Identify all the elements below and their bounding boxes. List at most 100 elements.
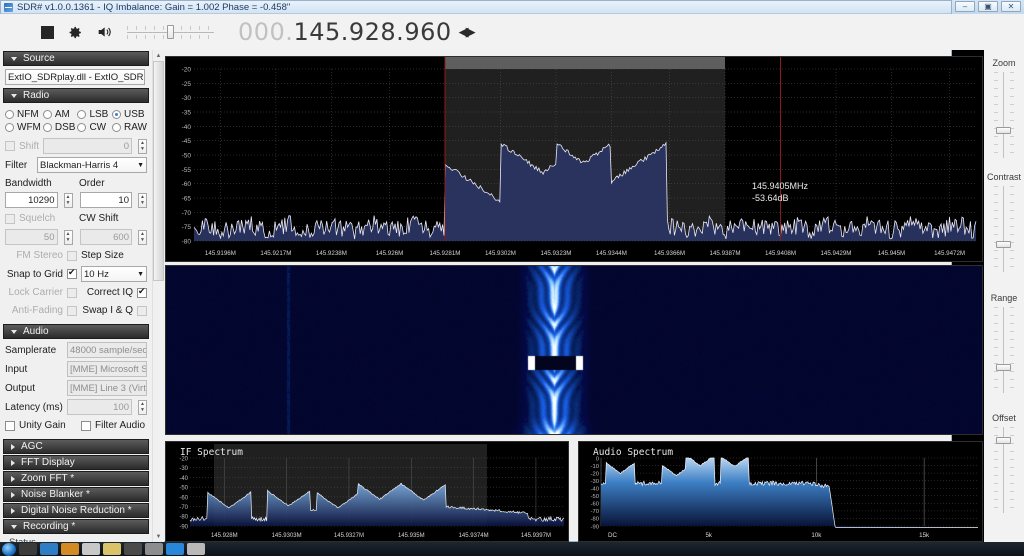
waterfall-canvas[interactable] bbox=[166, 266, 982, 434]
offset-thumb[interactable] bbox=[996, 437, 1011, 444]
sidebar-group-source[interactable]: Source bbox=[3, 51, 149, 66]
start-button[interactable] bbox=[2, 542, 16, 556]
lock-carrier-checkbox[interactable] bbox=[67, 287, 77, 298]
taskbar-item[interactable] bbox=[19, 543, 37, 555]
step-size-select[interactable]: 10 Hz ▼ bbox=[81, 266, 147, 282]
squelch-value[interactable]: 50 bbox=[5, 229, 58, 245]
filter-select[interactable]: Blackman-Harris 4 ▼ bbox=[37, 157, 147, 173]
radio-icon[interactable] bbox=[112, 123, 122, 132]
shift-value[interactable]: 0 bbox=[43, 138, 132, 154]
snap-to-grid-checkbox[interactable] bbox=[67, 267, 77, 279]
scroll-up-arrow-icon[interactable]: ▲ bbox=[153, 50, 164, 61]
taskbar-item[interactable] bbox=[82, 543, 100, 555]
sidebar-scroll-thumb[interactable] bbox=[153, 61, 164, 281]
contrast-thumb[interactable] bbox=[996, 241, 1011, 248]
if-spectrum-panel[interactable]: IF Spectrum -20 -30 -40 -50 -60 -70 -80 -90 145.… bbox=[165, 441, 569, 542]
sidebar-group-dnr[interactable]: Digital Noise Reduction * bbox=[3, 503, 149, 518]
taskbar-item[interactable] bbox=[124, 543, 142, 555]
mode-usb[interactable]: USB bbox=[112, 109, 147, 120]
mode-lsb[interactable]: LSB bbox=[77, 109, 110, 120]
stop-icon[interactable] bbox=[41, 25, 54, 39]
waterfall-panel[interactable] bbox=[165, 265, 983, 435]
svg-text:-60: -60 bbox=[182, 181, 192, 188]
radio-icon[interactable] bbox=[42, 110, 52, 119]
order-value[interactable]: 10 bbox=[79, 192, 132, 208]
mode-wfm[interactable]: WFM bbox=[5, 122, 41, 133]
taskbar-item[interactable] bbox=[103, 543, 121, 555]
minimize-button[interactable]: – bbox=[955, 1, 975, 12]
svg-text:-50: -50 bbox=[591, 494, 599, 500]
shift-checkbox[interactable] bbox=[5, 141, 15, 151]
sidebar-group-agc[interactable]: AGC bbox=[3, 439, 149, 454]
radio-icon[interactable] bbox=[77, 110, 87, 119]
taskbar-item[interactable] bbox=[145, 543, 163, 555]
windows-taskbar[interactable] bbox=[0, 542, 1024, 556]
taskbar-item[interactable] bbox=[61, 543, 79, 555]
lock-carrier-row: Lock Carrier Correct IQ bbox=[5, 285, 147, 300]
squelch-checkbox[interactable] bbox=[5, 213, 15, 224]
scroll-down-arrow-icon[interactable]: ▼ bbox=[153, 531, 164, 542]
offset-slider[interactable]: Offset bbox=[984, 413, 1024, 525]
close-button[interactable]: ✕ bbox=[1001, 1, 1021, 12]
volume-slider[interactable] bbox=[127, 24, 214, 40]
radio-icon-selected[interactable] bbox=[112, 110, 122, 119]
squelch-stepper[interactable]: ▲ ▼ bbox=[63, 229, 73, 245]
sidebar-group-fft-display[interactable]: FFT Display bbox=[3, 455, 149, 470]
rf-spectrum-plot[interactable]: -20 -25 -30 -35 -40 -45 -50 -55 -60 -65 -70 -75 -80 1… bbox=[166, 57, 982, 261]
samplerate-select[interactable]: 48000 sample/sec ▼ bbox=[67, 342, 147, 358]
rf-spectrum-panel[interactable]: -20 -25 -30 -35 -40 -45 -50 -55 -60 -65 -70 -75 -80 1… bbox=[165, 56, 983, 262]
radio-icon[interactable] bbox=[5, 123, 14, 132]
title-bar[interactable]: SDR# v1.0.0.1361 - IQ Imbalance: Gain = … bbox=[1, 1, 951, 14]
radio-icon[interactable] bbox=[42, 123, 52, 132]
range-slider[interactable]: Range bbox=[984, 293, 1024, 405]
filter-audio-checkbox[interactable] bbox=[81, 420, 91, 431]
bandwidth-stepper[interactable]: ▲ ▼ bbox=[63, 192, 73, 208]
radio-icon[interactable] bbox=[5, 110, 14, 119]
anti-fading-checkbox[interactable] bbox=[67, 305, 77, 316]
radio-icon[interactable] bbox=[77, 123, 87, 132]
latency-stepper[interactable]: ▲ ▼ bbox=[138, 399, 147, 415]
maximize-button[interactable]: ▣ bbox=[978, 1, 998, 12]
mode-cw[interactable]: CW bbox=[77, 122, 110, 133]
range-thumb[interactable] bbox=[996, 364, 1011, 371]
zoom-slider[interactable]: Zoom bbox=[984, 58, 1024, 170]
correct-iq-checkbox[interactable] bbox=[137, 286, 147, 298]
taskbar-item[interactable] bbox=[166, 543, 184, 555]
sidebar-group-audio[interactable]: Audio bbox=[3, 324, 149, 339]
sidebar-group-radio[interactable]: Radio bbox=[3, 88, 149, 103]
mode-dsb[interactable]: DSB bbox=[42, 122, 75, 133]
bandwidth-value[interactable]: 10290 bbox=[5, 192, 58, 208]
shift-stepper[interactable]: ▲ ▼ bbox=[138, 138, 147, 154]
squelch-label: Squelch bbox=[19, 213, 56, 224]
cw-shift-value[interactable]: 600 bbox=[79, 229, 132, 245]
mode-am[interactable]: AM bbox=[42, 109, 76, 120]
unity-gain-checkbox[interactable] bbox=[5, 420, 15, 431]
taskbar-item[interactable] bbox=[40, 543, 58, 555]
contrast-slider[interactable]: Contrast bbox=[984, 172, 1024, 284]
marker-readout: 145.9405MHz -53.64dB bbox=[752, 180, 808, 204]
sidebar-group-noise-blanker[interactable]: Noise Blanker * bbox=[3, 487, 149, 502]
volume-thumb[interactable] bbox=[167, 25, 174, 39]
sidebar-group-zoom-fft[interactable]: Zoom FFT * bbox=[3, 471, 149, 486]
taskbar-item[interactable] bbox=[187, 543, 205, 555]
fm-stereo-checkbox[interactable] bbox=[67, 250, 77, 261]
sidebar-group-recording[interactable]: Recording * bbox=[3, 519, 149, 534]
frequency-step-arrows[interactable]: ◀▶ bbox=[459, 25, 476, 40]
output-select[interactable]: [MME] Line 3 (Virtual / ▼ bbox=[67, 380, 147, 396]
sidebar-scrollbar[interactable]: ▲ ▼ bbox=[152, 50, 164, 542]
swap-iq-checkbox[interactable] bbox=[137, 305, 147, 316]
mode-nfm[interactable]: NFM bbox=[5, 109, 41, 120]
input-select[interactable]: [MME] Microsoft Soun ▼ bbox=[67, 361, 147, 377]
source-device-select[interactable]: ExtIO_SDRplay.dll - ExtIO_SDRplay.dll ▼ bbox=[5, 69, 145, 85]
zoom-thumb[interactable] bbox=[996, 127, 1011, 134]
speaker-icon[interactable] bbox=[95, 24, 113, 40]
frequency-display[interactable]: 000. 145.928.960 ◀▶ bbox=[238, 18, 476, 46]
hamburger-icon[interactable] bbox=[9, 25, 29, 40]
order-stepper[interactable]: ▲ ▼ bbox=[138, 192, 147, 208]
svg-text:-35: -35 bbox=[182, 110, 192, 117]
audio-spectrum-panel[interactable]: Audio Spectrum 0 -10 -20 -30 -40 -50 -60 -70 -80… bbox=[578, 441, 983, 542]
cw-shift-stepper[interactable]: ▲ ▼ bbox=[138, 229, 147, 245]
latency-value[interactable]: 100 bbox=[67, 399, 132, 415]
mode-raw[interactable]: RAW bbox=[112, 122, 147, 133]
gear-icon[interactable] bbox=[66, 24, 83, 41]
